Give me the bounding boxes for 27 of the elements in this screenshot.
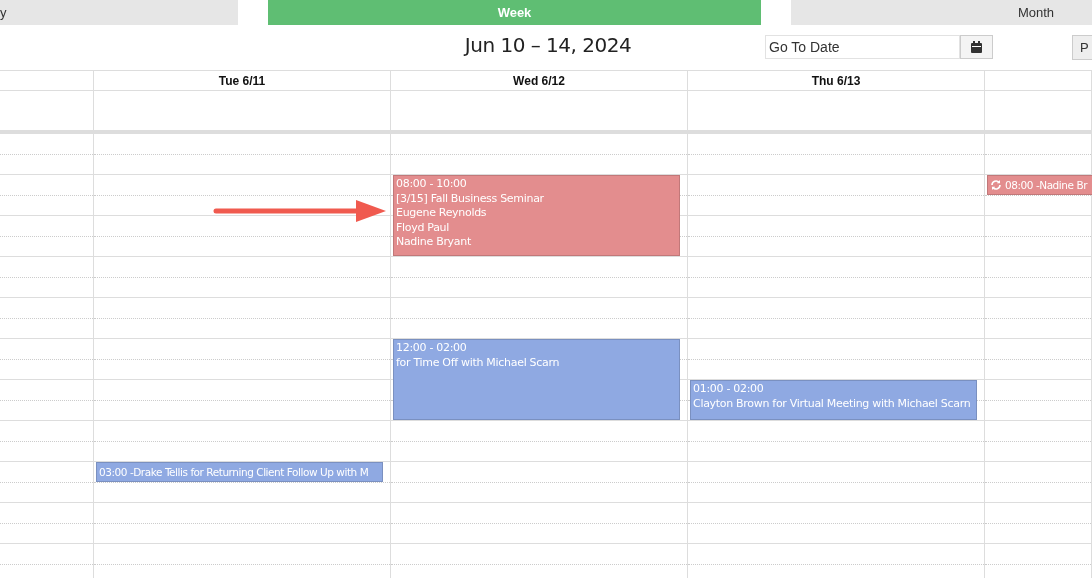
view-tab[interactable]: Month [791,0,1092,25]
event-text: Clayton Brown for Virtual Meeting with Michael Scarn [693,396,972,411]
side-button[interactable]: P [1072,35,1092,60]
go-to-date-field[interactable]: Go To Date [765,35,960,59]
view-tab[interactable]: y [0,0,238,25]
view-tab[interactable]: Week [268,0,761,25]
calendar-event[interactable]: 08:00 - 10:00 [3/15] Fall Business Seminar Eugene Reynolds Floyd Paul Nadine Bryant [393,175,680,256]
event-text: 08:00 -Nadine Br [1005,179,1088,191]
event-text: Eugene Reynolds [396,206,488,221]
event-text: Nadine Bryant [396,235,472,250]
event-text: 03:00 -Drake Tellis for Returning Client Follow Up with M [99,466,369,478]
day-header: Wed 6/12 [513,73,565,88]
calendar-event[interactable]: 03:00 -Drake Tellis for Returning Client Follow Up with M [96,462,383,482]
calendar-button[interactable] [960,35,993,59]
calendar-event[interactable]: 01:00 - 02:00 Clayton Brown for Virtual Meeting with Michael Scarn [690,380,977,420]
event-time: 08:00 - 10:00 [396,177,468,192]
date-range-title: Jun 10 – 14, 2024 [464,33,632,57]
calendar-event[interactable]: 08:00 -Nadine Br [987,175,1092,195]
day-header: Thu 6/13 [811,73,861,88]
event-time: 01:00 - 02:00 [693,382,765,397]
calendar-icon [971,41,982,53]
event-text: Floyd Paul [396,220,450,235]
day-header: Tue 6/11 [218,73,266,88]
event-text: for Time Off with Michael Scarn [396,355,561,370]
event-text: [3/15] Fall Business Seminar [396,191,545,206]
calendar-event[interactable]: 12:00 - 02:00 for Time Off with Michael Scarn [393,339,680,420]
event-time: 12:00 - 02:00 [396,341,468,356]
